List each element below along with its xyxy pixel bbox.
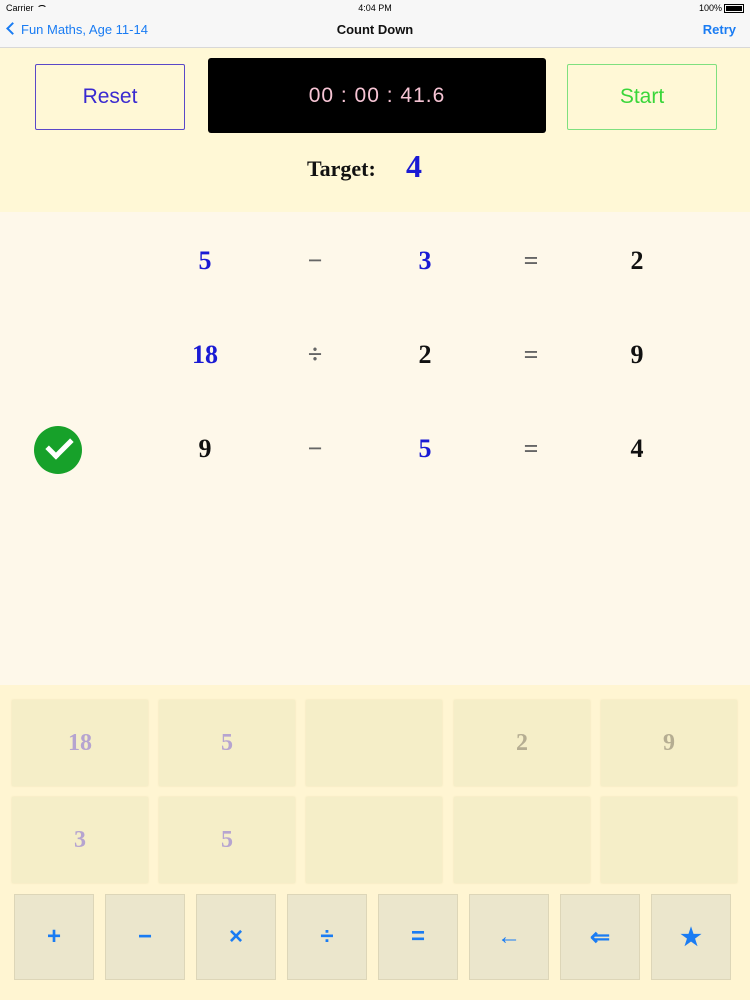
equation-operator: − (307, 434, 323, 463)
target-value: 4 (406, 148, 422, 184)
battery-percent: 100% (698, 3, 722, 13)
equals-sign: = (523, 434, 539, 463)
multiply-button[interactable]: × (196, 894, 276, 980)
empty-number-tile (306, 797, 442, 883)
reset-button[interactable]: Reset (35, 64, 185, 130)
equation-operator: ÷ (307, 340, 323, 369)
equation-operator: − (307, 246, 323, 275)
timer-display: 00 : 00 : 41.6 (208, 58, 546, 133)
clear-all-button[interactable]: ⇐ (560, 894, 640, 980)
equation-operand-b[interactable]: 5 (385, 434, 465, 464)
number-tile[interactable]: 2 (454, 700, 590, 786)
number-tile[interactable]: 5 (159, 700, 295, 786)
empty-number-tile (454, 797, 590, 883)
retry-button[interactable]: Retry (703, 22, 736, 37)
equation-row: 9 − 5 = 4 (0, 424, 750, 474)
number-tile[interactable]: 9 (601, 700, 737, 786)
minus-button[interactable]: − (105, 894, 185, 980)
checkmark-icon (34, 426, 82, 474)
equals-button[interactable]: = (378, 894, 458, 980)
equation-result: 9 (630, 340, 644, 369)
equation-operand-a[interactable]: 18 (165, 340, 245, 370)
status-time: 4:04 PM (358, 3, 392, 13)
empty-number-tile (601, 797, 737, 883)
equation-result: 2 (630, 246, 644, 275)
equation-result: 4 (630, 434, 644, 463)
number-tile[interactable]: 5 (159, 797, 295, 883)
start-button[interactable]: Start (567, 64, 717, 130)
equation-operand-a[interactable]: 9 (165, 434, 245, 464)
equation-operand-a[interactable]: 5 (165, 246, 245, 276)
equation-row: 18 ÷ 2 = 9 (0, 330, 750, 380)
equals-sign: = (523, 246, 539, 275)
equals-sign: = (523, 340, 539, 369)
equation-row: 5 − 3 = 2 (0, 236, 750, 286)
number-tile[interactable]: 3 (12, 797, 148, 883)
page-title: Count Down (336, 22, 414, 37)
equation-operand-b[interactable]: 2 (385, 340, 465, 370)
equation-operand-b[interactable]: 3 (385, 246, 465, 276)
number-tile[interactable]: 18 (12, 700, 148, 786)
empty-number-tile (306, 700, 442, 786)
plus-button[interactable]: + (14, 894, 94, 980)
star-button[interactable]: ★ (651, 894, 731, 980)
status-bar: Carrier 4:04 PM 100% (0, 0, 750, 16)
battery-icon (724, 4, 744, 14)
equation-area: 5 − 3 = 2 18 ÷ 2 = 9 9 − 5 = 4 (0, 212, 750, 685)
undo-button[interactable]: ← (469, 894, 549, 980)
navigation-bar: Fun Maths, Age 11-14 Count Down Retry (0, 16, 750, 48)
target-label: Target: (307, 156, 376, 181)
battery-status: 100% (698, 3, 744, 14)
divide-button[interactable]: ÷ (287, 894, 367, 980)
